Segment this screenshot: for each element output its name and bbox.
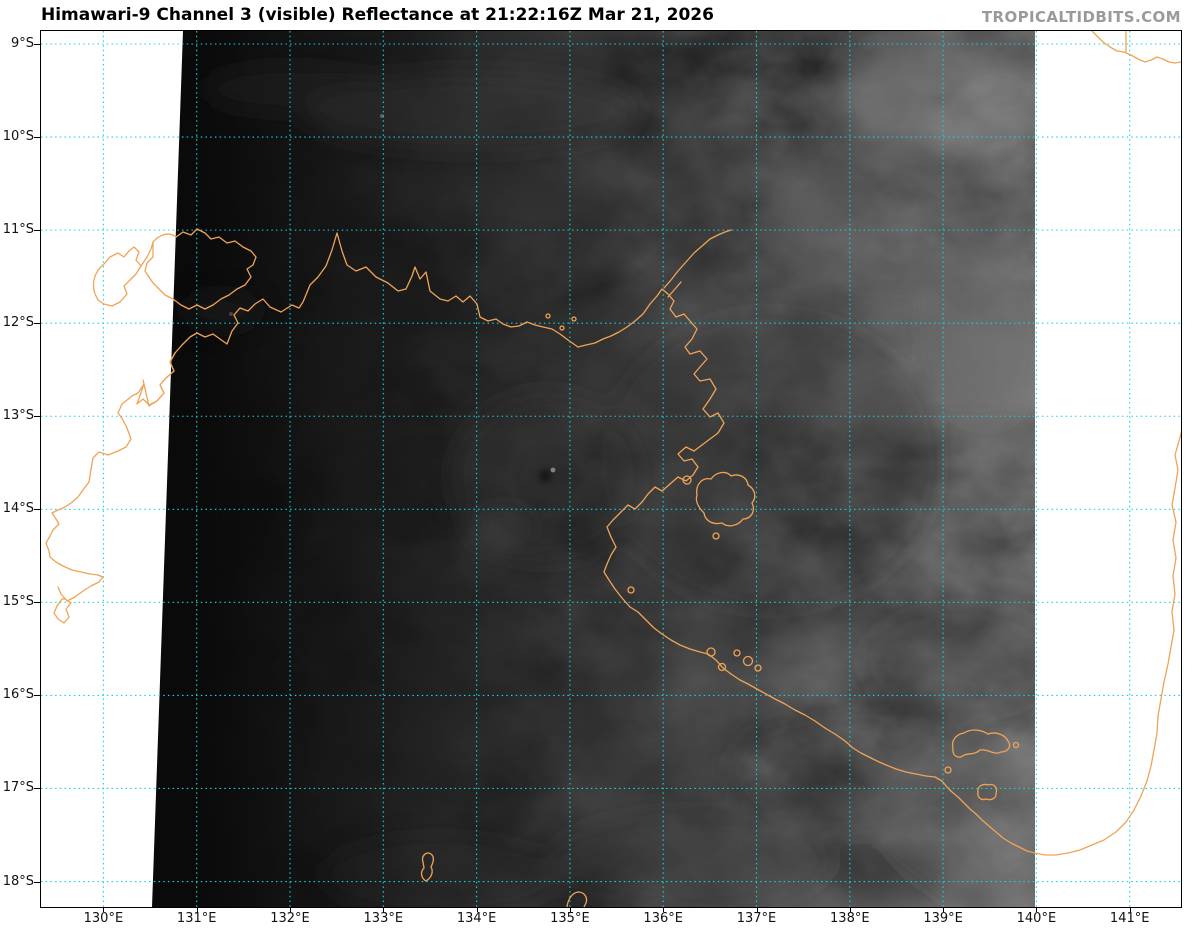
lat-tick-label: 17°S: [0, 780, 34, 796]
satellite-map-svg: [41, 31, 1181, 907]
lon-tick-label: 131°E: [165, 911, 229, 927]
lon-tick-label: 138°E: [818, 911, 882, 927]
lon-tick-label: 137°E: [725, 911, 789, 927]
image-title: Himawari-9 Channel 3 (visible) Reflectan…: [41, 5, 714, 25]
lat-tick-mark: [34, 230, 40, 231]
coastline-new-guinea: [1092, 31, 1181, 63]
lat-tick-label: 15°S: [0, 594, 34, 610]
lat-tick-mark: [34, 44, 40, 45]
lon-tick-label: 140°E: [1004, 911, 1068, 927]
lat-tick-mark: [34, 602, 40, 603]
lon-tick-label: 130°E: [71, 911, 135, 927]
lon-tick-label: 136°E: [631, 911, 695, 927]
lat-tick-mark: [34, 788, 40, 789]
lon-tick-label: 141°E: [1098, 911, 1162, 927]
lat-tick-label: 9°S: [0, 36, 34, 52]
lon-tick-label: 135°E: [538, 911, 602, 927]
lat-tick-label: 11°S: [0, 222, 34, 238]
coastline-west-coast-main: [46, 353, 175, 601]
lat-tick-label: 10°S: [0, 129, 34, 145]
lon-tick-label: 132°E: [258, 911, 322, 927]
map-plot-area: [40, 30, 1182, 908]
lat-tick-mark: [34, 323, 40, 324]
lat-tick-mark: [34, 882, 40, 883]
lat-tick-mark: [34, 137, 40, 138]
lon-tick-label: 133°E: [351, 911, 415, 927]
lat-tick-label: 13°S: [0, 408, 34, 424]
lat-tick-mark: [34, 416, 40, 417]
satellite-image-figure: Himawari-9 Channel 3 (visible) Reflectan…: [0, 0, 1200, 929]
watermark-tropicaltidbits: TROPICALTIDBITS.COM: [982, 8, 1181, 26]
lat-tick-label: 14°S: [0, 501, 34, 517]
lat-tick-mark: [34, 509, 40, 510]
lon-tick-label: 134°E: [445, 911, 509, 927]
lat-tick-mark: [34, 695, 40, 696]
lat-tick-label: 12°S: [0, 315, 34, 331]
coastline-bathurst-island: [93, 247, 141, 306]
lon-tick-label: 139°E: [911, 911, 975, 927]
lat-tick-label: 18°S: [0, 874, 34, 890]
lat-tick-label: 16°S: [0, 687, 34, 703]
